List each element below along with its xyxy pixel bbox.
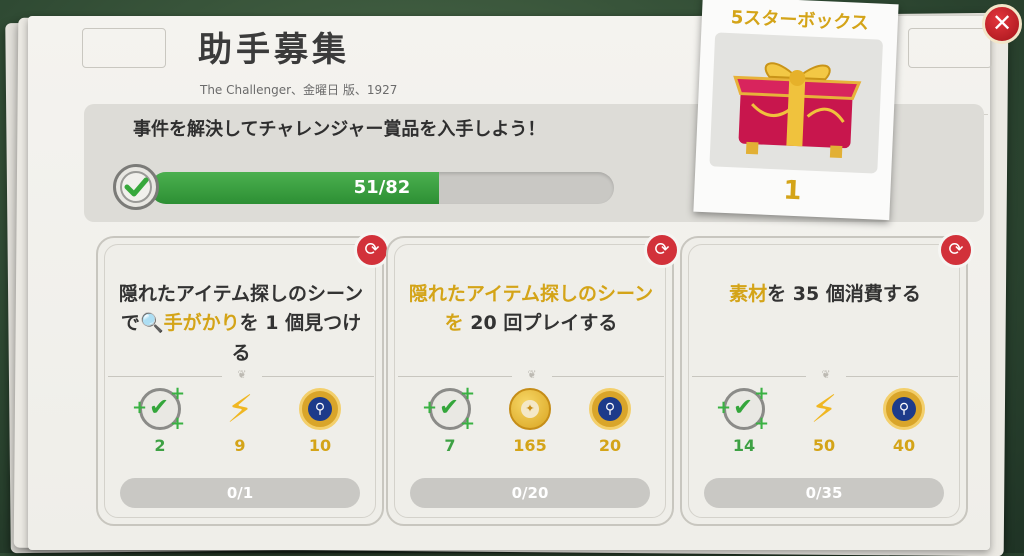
page-title: 助手募集: [198, 30, 350, 70]
refresh-icon: ⟳: [948, 239, 964, 260]
lightning-icon: ⚡: [226, 387, 254, 431]
reward-item: ⚲ 10: [290, 388, 350, 455]
task-text-part: 20 回プレイする: [463, 312, 618, 335]
page-subtitle: The Challenger、金曜日 版、1927: [200, 83, 398, 97]
divider-ornament: ❦: [806, 368, 846, 382]
reward-item: ⚲ 40: [874, 388, 934, 455]
challenge-check-icon: [113, 164, 159, 210]
task-rewards: +++ 2 ⚡ 9 ⚲ 10: [98, 383, 382, 468]
close-icon: ✕: [991, 9, 1013, 37]
magnifier-medal-icon: ⚲: [589, 388, 631, 430]
check-plus-icon: + + +: [422, 383, 475, 434]
objective-text: 事件を解決してチャレンジャー賞品を入手しよう！: [133, 119, 546, 140]
reward-item: +++ 7: [420, 383, 480, 455]
task-text-highlight: 手がかり: [163, 312, 240, 335]
reward-value: 7: [444, 436, 456, 455]
task-description: 隠れたアイテム探しのシーンを 20 回プレイする: [406, 280, 656, 339]
task-description: 素材を 35 個消費する: [700, 280, 950, 309]
reward-item: ⚡ 50: [794, 388, 854, 455]
reward-value: 10: [308, 436, 332, 455]
magnifier-medal-icon: ⚲: [299, 388, 341, 430]
refresh-icon: ⟳: [654, 239, 670, 260]
clue-magnifier-icon: 🔍: [139, 312, 164, 335]
close-button[interactable]: ✕: [982, 4, 1022, 44]
reward-value: 14: [732, 436, 756, 455]
reward-value: 20: [598, 436, 622, 455]
task-progress: 0/1: [120, 478, 360, 508]
magnifier-medal-icon: ⚲: [883, 388, 925, 430]
check-plus-icon: + + +: [132, 383, 185, 434]
reward-item: ⚲ 20: [580, 388, 640, 455]
reward-value: 50: [812, 436, 836, 455]
reward-item: ⚡ 9: [210, 388, 270, 455]
task-progress: 0/20: [410, 478, 650, 508]
masthead-left-stamp: [82, 28, 166, 68]
reward-value: 40: [892, 436, 916, 455]
task-text-part: を 35 個消費する: [767, 283, 921, 305]
refresh-icon: ⟳: [364, 239, 380, 260]
refresh-task-button[interactable]: ⟳: [938, 232, 974, 268]
masthead-right-stamp: [908, 28, 992, 68]
reward-item: +++ 2: [130, 383, 190, 455]
gift-box-icon: [709, 32, 884, 174]
task-card: ⟳ 隠れたアイテム探しのシーンで🔍手がかりを 1 個見つける ❦ +++ 2 ⚡…: [96, 232, 390, 526]
reward-value: 165: [513, 436, 547, 455]
reward-value: 9: [234, 436, 246, 455]
lightning-icon: ⚡: [810, 387, 838, 431]
task-text-part: を 1 個見つける: [231, 312, 362, 364]
divider-ornament: ❦: [222, 368, 262, 382]
reward-item: +++ 14: [714, 383, 774, 455]
task-rewards: +++ 7 ✦ 165 ⚲ 20: [388, 383, 672, 468]
reward-value: 2: [154, 436, 166, 455]
task-rewards: +++ 14 ⚡ 50 ⚲ 40: [682, 383, 966, 468]
refresh-task-button[interactable]: ⟳: [644, 232, 680, 268]
divider-ornament: ❦: [512, 368, 552, 382]
reward-card[interactable]: 5スターボックス 1: [693, 0, 899, 221]
challenge-progress-bar: 51/82: [150, 172, 614, 204]
reward-title: 5スターボックス: [730, 7, 870, 35]
coin-icon: ✦: [509, 388, 551, 430]
reward-item: ✦ 165: [500, 388, 560, 455]
task-text-highlight: 素材: [729, 283, 768, 305]
task-description: 隠れたアイテム探しのシーンで🔍手がかりを 1 個見つける: [116, 280, 366, 368]
refresh-task-button[interactable]: ⟳: [354, 232, 390, 268]
check-plus-icon: + + +: [716, 383, 769, 434]
task-card: ⟳ 素材を 35 個消費する ❦ +++ 14 ⚡ 50 ⚲ 40 0/35: [680, 232, 974, 526]
task-progress: 0/35: [704, 478, 944, 508]
task-card: ⟳ 隠れたアイテム探しのシーンを 20 回プレイする ❦ +++ 7 ✦ 165…: [386, 232, 680, 526]
challenge-progress-text: 51/82: [353, 177, 411, 198]
reward-count: 1: [782, 175, 803, 207]
